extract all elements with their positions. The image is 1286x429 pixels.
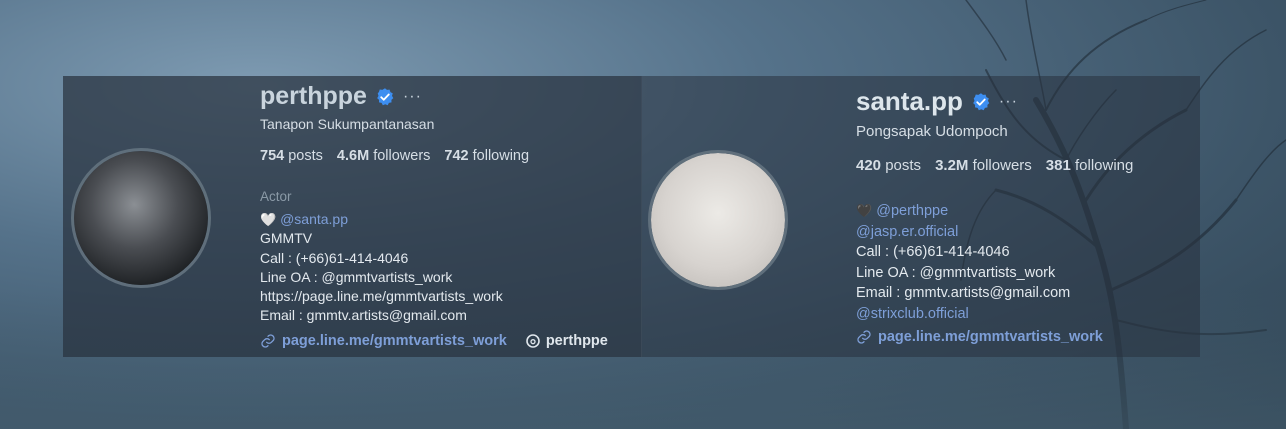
bio: 🖤 @perthppe @jasp.er.official Call : (+6… [856, 201, 1156, 324]
bio-line-6: Email : gmmtv.artists@gmail.com [260, 307, 467, 324]
following-count: 742 [444, 148, 469, 164]
more-options-icon[interactable]: ··· [999, 93, 1018, 111]
link-icon [857, 330, 871, 344]
posts-label: posts [885, 157, 922, 174]
bio-line-4: Line OA : @gmmtvartists_work [856, 264, 1056, 281]
threads-icon [526, 334, 540, 348]
following-label: following [1074, 157, 1134, 174]
bio-mention-link-3[interactable]: @strixclub.official [856, 304, 1156, 325]
profile-category: Actor [260, 189, 292, 204]
verified-badge-icon [973, 92, 990, 110]
bio-line-5: https://page.line.me/gmmtvartists_work [260, 288, 503, 305]
posts-count: 754 [260, 148, 285, 164]
bio-mention-link[interactable]: @perthppe [876, 203, 948, 219]
bio-line-3: Call : (+66)61-414-4046 [260, 249, 409, 266]
posts-stat[interactable]: 754 posts [260, 148, 323, 164]
full-name: Tanapon Sukumpantanasan [260, 116, 435, 132]
profile-links: page.line.me/gmmtvartists_work perthppe [260, 333, 608, 349]
username: santa.pp [856, 86, 963, 116]
profile-card-perthppe: perthppe ··· Tanapon Sukumpantanasan 754… [63, 76, 642, 357]
bio: 🤍 @santa.pp GMMTV Call : (+66)61-414-404… [260, 210, 600, 326]
bio-line-4: Line OA : @gmmtvartists_work [260, 268, 453, 285]
followers-stat[interactable]: 3.2M followers [935, 157, 1032, 174]
profile-stats: 420 posts 3.2M followers 381 following [856, 157, 1133, 174]
bio-line-2: GMMTV [260, 230, 313, 247]
profile-links: page.line.me/gmmtvartists_work [856, 329, 1103, 345]
followers-label: followers [373, 148, 431, 164]
verified-badge-icon [377, 87, 394, 105]
profile-avatar[interactable] [648, 150, 788, 290]
external-link-text: page.line.me/gmmtvartists_work [282, 333, 507, 349]
bio-mention-link[interactable]: @santa.pp [280, 211, 348, 227]
followers-label: followers [972, 157, 1032, 174]
bio-mention-link-2[interactable]: @jasp.er.official [856, 222, 1156, 243]
following-stat[interactable]: 381 following [1046, 157, 1134, 174]
bio-line-3: Call : (+66)61-414-4046 [856, 244, 1010, 260]
posts-stat[interactable]: 420 posts [856, 157, 921, 174]
threads-username: perthppe [545, 333, 608, 349]
profile-avatar[interactable] [71, 148, 211, 288]
following-label: following [472, 148, 530, 164]
username-row: santa.pp ··· [856, 86, 1216, 117]
avatar-photo [651, 153, 785, 287]
posts-count: 420 [856, 157, 882, 174]
external-link[interactable]: page.line.me/gmmtvartists_work [856, 329, 1103, 345]
profile-stats: 754 posts 4.6M followers 742 following [260, 148, 529, 164]
profile-card-santa: santa.pp ··· Pongsapak Udompoch 420 post… [641, 76, 1200, 357]
bio-line-1: 🤍 @santa.pp [260, 210, 600, 229]
bio-line-5: Email : gmmtv.artists@gmail.com [856, 285, 1071, 301]
bio-line-1: 🖤 @perthppe [856, 201, 1156, 222]
followers-count: 3.2M [935, 157, 969, 174]
black-heart-icon: 🖤 [856, 203, 873, 218]
link-icon [261, 334, 275, 348]
more-options-icon[interactable]: ··· [403, 88, 422, 106]
threads-link[interactable]: perthppe [525, 333, 608, 349]
following-count: 381 [1045, 157, 1071, 174]
avatar-photo [74, 151, 208, 285]
followers-count: 4.6M [336, 148, 370, 164]
username-row: perthppe ··· [260, 82, 620, 111]
external-link[interactable]: page.line.me/gmmtvartists_work [260, 333, 507, 349]
posts-label: posts [288, 148, 323, 164]
external-link-text: page.line.me/gmmtvartists_work [878, 329, 1103, 345]
white-heart-icon: 🤍 [260, 212, 277, 227]
following-stat[interactable]: 742 following [444, 148, 529, 164]
full-name: Pongsapak Udompoch [856, 123, 1008, 140]
username: perthppe [260, 82, 367, 110]
followers-stat[interactable]: 4.6M followers [337, 148, 431, 164]
